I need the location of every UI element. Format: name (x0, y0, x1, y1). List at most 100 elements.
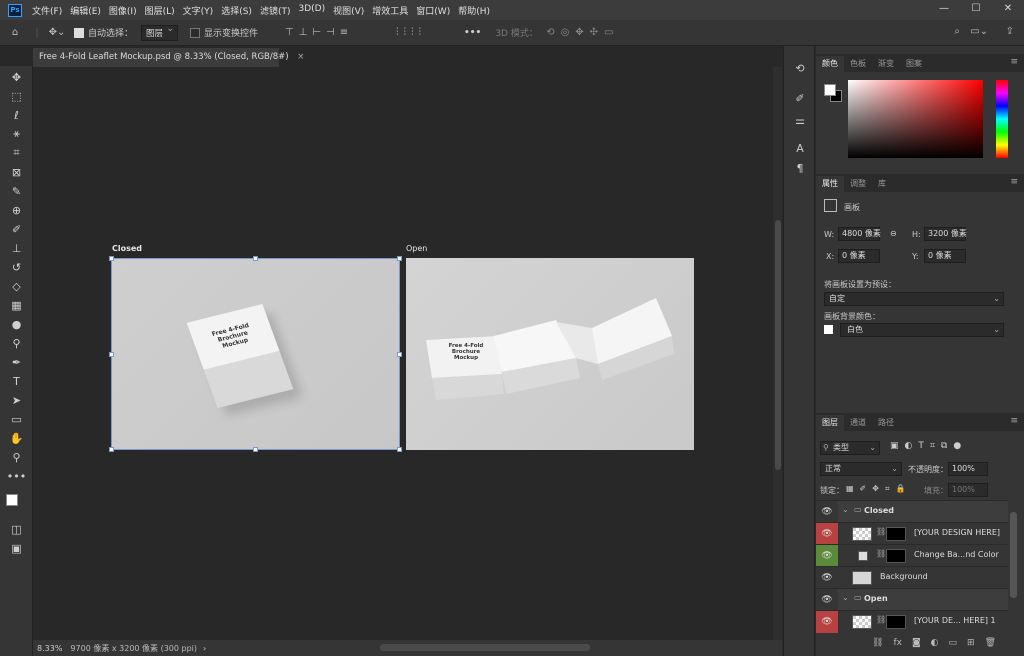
stamp-tool-icon[interactable]: ⊥ (0, 239, 33, 257)
layer-visibility-icon[interactable]: 👁 (816, 545, 838, 567)
hand-tool-icon[interactable]: ✋ (0, 429, 33, 447)
panel-menu-icon[interactable]: ≡ (1010, 177, 1018, 187)
path-selection-tool-icon[interactable]: ➤ (0, 391, 33, 409)
mask-icon[interactable]: ◙ (912, 638, 921, 652)
menu-item[interactable]: 文件(F) (28, 4, 66, 17)
history-brush-tool-icon[interactable]: ↺ (0, 258, 33, 276)
eyedropper-tool-icon[interactable]: ✎ (0, 182, 33, 200)
bg-color-swatch[interactable] (824, 325, 833, 334)
menu-item[interactable]: 3D(D) (294, 4, 329, 17)
brush-settings-icon[interactable]: ✐ (784, 92, 816, 105)
search-icon[interactable]: ⌕ (954, 26, 960, 37)
menu-item[interactable]: 图像(I) (105, 4, 141, 17)
menu-item[interactable]: 滤镜(T) (256, 4, 295, 17)
tab-gradients[interactable]: 渐变 (872, 56, 900, 72)
layer-visibility-icon[interactable]: 👁 (816, 501, 838, 523)
layer-mask-thumbnail[interactable] (886, 549, 906, 563)
quick-mask-icon[interactable]: ◫ (0, 520, 33, 538)
horizontal-scroll-thumb[interactable] (380, 644, 590, 651)
menu-item[interactable]: 增效工具 (368, 4, 412, 17)
share-icon[interactable]: ⇪ (1006, 26, 1014, 37)
tab-layers[interactable]: 图层 (816, 415, 844, 431)
menu-item[interactable]: 选择(S) (217, 4, 256, 17)
frame-tool-icon[interactable]: ⊠ (0, 163, 33, 181)
menu-item[interactable]: 窗口(W) (412, 4, 454, 17)
move-tool-icon[interactable]: ✥ (0, 68, 33, 86)
transform-handle[interactable] (109, 352, 114, 357)
magic-wand-tool-icon[interactable]: ⚹ (0, 125, 33, 143)
layer-row[interactable]: 👁 ⛓ Change Ba...nd Color (816, 544, 1008, 567)
close-document-icon[interactable]: × (297, 52, 304, 62)
status-menu-arrow[interactable]: › (203, 644, 206, 653)
layer-visibility-icon[interactable]: 👁 (816, 523, 838, 545)
layer-row[interactable]: 👁 ⌄ ▭ Closed (816, 500, 1008, 523)
close-window-button[interactable]: ✕ (992, 0, 1024, 20)
workspace-icon[interactable]: ▭⌄ (970, 26, 988, 37)
menu-item[interactable]: 编辑(E) (66, 4, 105, 17)
brush-tool-icon[interactable]: ✐ (0, 220, 33, 238)
tab-libraries[interactable]: 库 (872, 176, 892, 192)
artboard-closed[interactable]: Free 4-Fold Brochure Mockup (109, 256, 402, 452)
width-field[interactable]: 4800 像素 (838, 227, 881, 241)
pen-tool-icon[interactable]: ✒ (0, 353, 33, 371)
artboard-open-label[interactable]: Open (406, 244, 427, 253)
panel-menu-icon[interactable]: ≡ (1010, 57, 1018, 67)
tab-properties[interactable]: 属性 (816, 176, 844, 192)
dodge-tool-icon[interactable]: ⚲ (0, 334, 33, 352)
height-field[interactable]: 3200 像素 (924, 227, 967, 241)
zoom-tool-icon[interactable]: ⚲ (0, 448, 33, 466)
tab-color[interactable]: 颜色 (816, 56, 844, 72)
eraser-tool-icon[interactable]: ◇ (0, 277, 33, 295)
group-chevron-icon[interactable]: ⌄ (842, 505, 849, 514)
tab-adjustments[interactable]: 调整 (844, 176, 872, 192)
show-transform-checkbox[interactable] (190, 27, 201, 38)
menu-item[interactable]: 文字(Y) (179, 4, 218, 17)
tab-channels[interactable]: 通道 (844, 415, 872, 431)
type-tool-icon[interactable]: T (0, 372, 33, 390)
layer-visibility-icon[interactable]: 👁 (816, 589, 838, 611)
preset-dropdown[interactable]: 自定 ⌄ (824, 292, 1004, 306)
character-panel-icon[interactable]: A (784, 142, 816, 155)
adjustment-icon[interactable]: ◐ (931, 638, 939, 652)
home-icon[interactable]: ⌂ (0, 27, 30, 38)
mask-link-icon[interactable]: ⛓ (876, 527, 886, 536)
healing-brush-tool-icon[interactable]: ⊕ (0, 201, 33, 219)
color-fg-swatch[interactable] (824, 84, 836, 96)
y-field[interactable]: 0 像素 (924, 249, 966, 263)
blur-tool-icon[interactable]: ● (0, 315, 33, 333)
menu-item[interactable]: 视图(V) (329, 4, 368, 17)
align-icons[interactable]: ⊤⊥⊢⊣≡ (272, 27, 366, 38)
transform-handle[interactable] (253, 256, 258, 261)
tab-patterns[interactable]: 图案 (900, 56, 928, 72)
move-tool-icon[interactable]: ✥⌄ (44, 27, 70, 38)
layer-mask-thumbnail[interactable] (886, 615, 906, 629)
layer-filter-icons[interactable]: ▣◐T⌗⧉● (890, 441, 967, 451)
layer-mask-thumbnail[interactable] (886, 527, 906, 541)
zoom-level[interactable]: 8.33% (37, 644, 62, 653)
maximize-button[interactable]: ☐ (960, 0, 992, 20)
fx-icon[interactable]: fx (893, 638, 902, 652)
hue-slider[interactable] (996, 80, 1008, 158)
artboard-open[interactable]: Free 4-Fold Brochure Mockup (406, 258, 694, 450)
mask-link-icon[interactable]: ⛓ (876, 615, 886, 624)
panel-menu-icon[interactable]: ≡ (1010, 416, 1018, 426)
folder-icon[interactable]: ▭ (949, 638, 958, 652)
screen-mode-icon[interactable]: ▣ (0, 539, 33, 557)
paragraph-panel-icon[interactable]: ¶ (784, 162, 816, 175)
fill-field[interactable]: 100% (948, 483, 988, 497)
layer-row[interactable]: 👁 ⛓ [YOUR DE... HERE] 1 (816, 610, 1008, 633)
gradient-tool-icon[interactable]: ▦ (0, 296, 33, 314)
x-field[interactable]: 0 像素 (838, 249, 880, 263)
tab-swatches[interactable]: 色板 (844, 56, 872, 72)
auto-select-checkbox[interactable] (74, 27, 84, 38)
artboard-closed-label[interactable]: Closed (112, 244, 142, 253)
tab-paths[interactable]: 路径 (872, 415, 900, 431)
edit-toolbar-icon[interactable]: ••• (0, 467, 33, 485)
vertical-scroll-thumb[interactable] (775, 220, 781, 470)
transform-handle[interactable] (253, 447, 258, 452)
foreground-color-swatch[interactable] (6, 494, 18, 506)
fill-color-thumbnail[interactable] (858, 551, 868, 561)
layers-scroll-thumb[interactable] (1010, 512, 1017, 598)
transform-handle[interactable] (109, 447, 114, 452)
link-icon[interactable]: ⛓ (872, 638, 883, 652)
